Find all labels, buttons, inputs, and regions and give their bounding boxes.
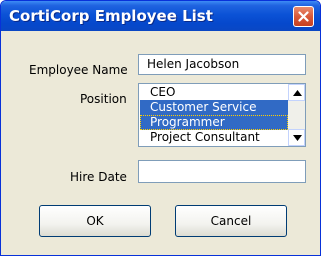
hire-date-label: Hire Date	[70, 170, 127, 184]
position-label: Position	[80, 92, 127, 106]
position-listbox[interactable]: CEO Customer Service Programmer Project …	[138, 83, 306, 147]
title-bar[interactable]: CortiCorp Employee List	[1, 1, 320, 31]
employee-name-field[interactable]: Helen Jacobson	[138, 54, 306, 75]
position-option-ceo[interactable]: CEO	[140, 85, 288, 100]
close-button[interactable]	[293, 6, 314, 27]
scroll-up-icon	[293, 90, 302, 96]
position-option-customer-service[interactable]: Customer Service	[140, 100, 288, 115]
employee-name-label: Employee Name	[29, 63, 128, 77]
position-scrollbar[interactable]	[288, 84, 305, 146]
cancel-button[interactable]: Cancel	[175, 205, 287, 237]
scroll-down-button[interactable]	[288, 129, 305, 146]
scroll-up-button[interactable]	[288, 84, 305, 101]
close-icon	[298, 11, 309, 22]
position-option-programmer[interactable]: Programmer	[140, 115, 288, 130]
window-title: CortiCorp Employee List	[9, 7, 213, 25]
hire-date-field[interactable]	[138, 160, 306, 183]
ok-button[interactable]: OK	[39, 205, 151, 237]
employee-list-dialog: CortiCorp Employee List Employee Name He…	[0, 0, 321, 256]
scroll-down-icon	[293, 135, 302, 141]
position-option-project-consultant[interactable]: Project Consultant	[140, 130, 288, 145]
